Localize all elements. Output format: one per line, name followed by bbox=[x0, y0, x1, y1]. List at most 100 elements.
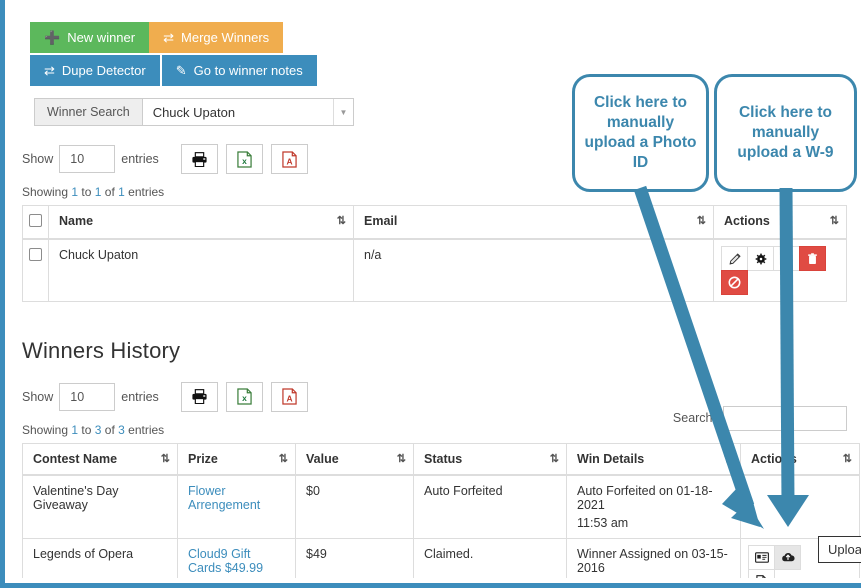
excel-export-button[interactable]: x bbox=[225, 144, 263, 174]
dupe-detector-button[interactable]: ⇄ Dupe Detector bbox=[30, 55, 160, 86]
cell-actions bbox=[713, 238, 847, 302]
sort-updown-icon: ⇅ bbox=[842, 452, 852, 465]
cell-value: $0 bbox=[295, 474, 414, 539]
column-label: Actions bbox=[751, 451, 797, 466]
history-controls-row: Show 10 entries x A Search: bbox=[10, 381, 861, 431]
delete-action-button[interactable] bbox=[799, 246, 826, 271]
excel-file-icon: x bbox=[237, 388, 252, 405]
table-header-row: Contest Name ⇅ Prize ⇅ Value ⇅ Status ⇅ bbox=[22, 442, 860, 476]
print-button[interactable] bbox=[180, 381, 218, 412]
win-details-line: Auto Forfeited on 01-18-2021 bbox=[577, 483, 713, 512]
row-checkbox[interactable] bbox=[29, 248, 42, 261]
cell-prize[interactable]: Flower Arrengement bbox=[177, 474, 296, 539]
page-length-select[interactable]: 10 bbox=[59, 145, 116, 173]
winners-table-wrapper: Name ⇅ Email ⇅ Actions ⇅ Chuck Upaton n/… bbox=[22, 205, 847, 302]
winners-export-buttons: x A bbox=[180, 144, 308, 174]
winner-search-label: Winner Search bbox=[34, 98, 142, 126]
svg-text:A: A bbox=[286, 156, 292, 166]
table-row: Valentine's Day Giveaway Flower Arrengem… bbox=[22, 474, 860, 539]
cell-actions bbox=[740, 474, 860, 539]
column-header-value[interactable]: Value ⇅ bbox=[295, 442, 414, 476]
column-header-prize[interactable]: Prize ⇅ bbox=[177, 442, 296, 476]
entries-label: entries bbox=[121, 152, 159, 166]
sort-updown-icon: ⇅ bbox=[336, 215, 346, 227]
pdf-file-icon: A bbox=[282, 150, 297, 168]
sort-updown-icon: ⇅ bbox=[696, 215, 706, 227]
row-select-cell[interactable] bbox=[22, 238, 49, 302]
cell-win-details: Winner Assigned on 03-15-2016 10:54 am P… bbox=[566, 537, 741, 578]
pdf-export-button[interactable]: A bbox=[270, 144, 308, 174]
select-all-header[interactable] bbox=[22, 205, 49, 240]
column-header-win-details[interactable]: Win Details ⇅ bbox=[566, 442, 741, 476]
winner-search-value: Chuck Upaton bbox=[152, 104, 236, 120]
exchange-icon: ⇄ bbox=[44, 63, 55, 78]
column-label: Value bbox=[306, 451, 339, 466]
column-header-status[interactable]: Status ⇅ bbox=[413, 442, 567, 476]
plus-icon bbox=[781, 253, 792, 264]
document-button[interactable] bbox=[748, 568, 775, 578]
cell-name: Chuck Upaton bbox=[48, 238, 354, 302]
column-header-contest-name[interactable]: Contest Name ⇅ bbox=[22, 442, 178, 476]
column-header-name[interactable]: Name ⇅ bbox=[48, 205, 354, 240]
top-button-row-1: ➕ New winner ⇄ Merge Winners bbox=[30, 22, 861, 53]
print-button[interactable] bbox=[180, 144, 218, 174]
info-suffix: entries bbox=[124, 185, 165, 199]
id-card-icon bbox=[754, 551, 769, 563]
ban-action-button[interactable] bbox=[721, 270, 748, 295]
cell-win-details: Auto Forfeited on 01-18-2021 11:53 am bbox=[566, 474, 741, 539]
ban-icon bbox=[728, 276, 741, 289]
go-to-winner-notes-label: Go to winner notes bbox=[193, 63, 303, 78]
sort-updown-icon: ⇅ bbox=[723, 452, 733, 465]
cloud-upload-icon bbox=[781, 552, 795, 562]
edit-action-button[interactable] bbox=[721, 246, 748, 271]
select-all-checkbox[interactable] bbox=[29, 214, 42, 227]
win-details-line: Winner Assigned on 03-15-2016 bbox=[577, 546, 728, 575]
settings-action-button[interactable] bbox=[747, 246, 774, 271]
table-header-row: Name ⇅ Email ⇅ Actions ⇅ bbox=[22, 205, 847, 240]
history-search-group: Search: bbox=[672, 405, 847, 431]
caret-down-icon[interactable]: ▼ bbox=[333, 99, 353, 125]
sort-updown-icon: ⇅ bbox=[829, 215, 839, 227]
winners-table: Name ⇅ Email ⇅ Actions ⇅ Chuck Upaton n/… bbox=[22, 205, 847, 302]
column-header-actions[interactable]: Actions ⇅ bbox=[740, 442, 860, 476]
svg-text:x: x bbox=[242, 156, 247, 166]
column-header-actions[interactable]: Actions ⇅ bbox=[713, 205, 847, 240]
dupe-detector-label: Dupe Detector bbox=[61, 63, 146, 78]
merge-winners-label: Merge Winners bbox=[181, 30, 270, 45]
go-to-winner-notes-button[interactable]: ✎ Go to winner notes bbox=[161, 55, 317, 86]
row-action-buttons bbox=[721, 246, 830, 295]
pencil-icon bbox=[729, 252, 741, 264]
photo-id-button[interactable] bbox=[748, 544, 775, 570]
column-label: Actions bbox=[724, 214, 770, 228]
column-label: Name bbox=[59, 214, 94, 228]
column-header-email[interactable]: Email ⇅ bbox=[353, 205, 714, 240]
cell-status: Auto Forfeited bbox=[413, 474, 567, 539]
info-total: 1 bbox=[118, 185, 125, 199]
page-title: Winners History bbox=[22, 337, 181, 363]
page-length-select[interactable]: 10 bbox=[59, 382, 116, 411]
winner-search-select[interactable]: Chuck Upaton ▼ bbox=[141, 98, 354, 126]
search-input[interactable] bbox=[723, 405, 847, 431]
pdf-export-button[interactable]: A bbox=[270, 381, 308, 412]
info-prefix: Showing bbox=[22, 185, 72, 199]
gear-icon bbox=[755, 253, 766, 264]
photo-id-callout: Click here to manually upload a Photo ID bbox=[572, 74, 709, 192]
search-label: Search: bbox=[672, 411, 716, 425]
info-mid-2: of bbox=[101, 185, 119, 199]
info-mid-1: to bbox=[78, 422, 95, 437]
add-action-button[interactable] bbox=[773, 246, 800, 271]
file-icon bbox=[756, 574, 767, 578]
w9-upload-button[interactable] bbox=[774, 544, 801, 570]
new-winner-button[interactable]: ➕ New winner bbox=[30, 22, 150, 53]
cell-contest-name: Valentine's Day Giveaway bbox=[22, 474, 178, 539]
cell-email: n/a bbox=[353, 238, 714, 302]
info-total: 3 bbox=[118, 422, 125, 437]
sort-updown-icon: ⇅ bbox=[396, 452, 406, 465]
info-mid-2: of bbox=[101, 422, 119, 437]
excel-export-button[interactable]: x bbox=[225, 381, 263, 412]
cell-prize[interactable]: Cloud9 Gift Cards $49.99 bbox=[177, 537, 296, 578]
new-winner-label: New winner bbox=[67, 30, 136, 45]
exchange-icon: ⇄ bbox=[163, 30, 175, 45]
merge-winners-button[interactable]: ⇄ Merge Winners bbox=[149, 22, 284, 53]
cell-contest-name: Legends of Opera bbox=[22, 537, 178, 578]
